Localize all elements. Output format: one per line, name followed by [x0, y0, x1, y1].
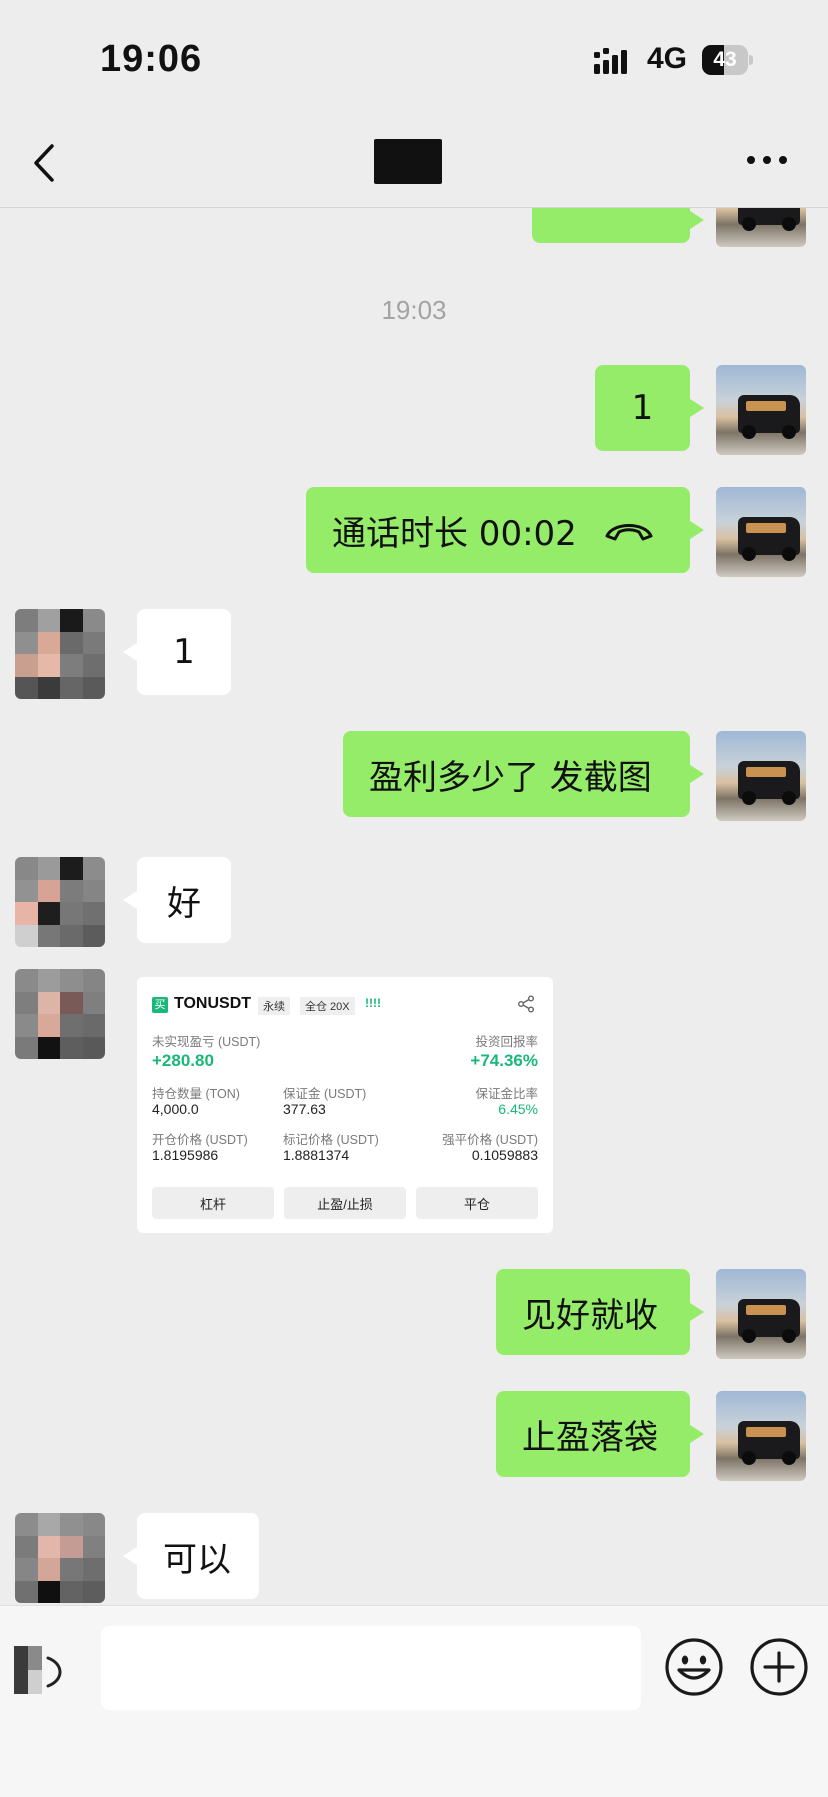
call-record-bubble[interactable]: 通话时长 00:02 — [306, 487, 704, 573]
message-bubble-received[interactable]: 1 — [123, 609, 231, 695]
trade-position-card[interactable]: 买 TONUSDT 永续 全仓 20X !!!! 未实现盈亏 (USDT) +2… — [137, 977, 553, 1233]
entry-price-value: 1.8195986 — [152, 1147, 219, 1163]
entry-price-label: 开仓价格 (USDT) — [152, 1133, 248, 1147]
plus-icon[interactable] — [748, 1636, 810, 1698]
my-avatar[interactable] — [716, 731, 806, 821]
my-avatar[interactable] — [716, 1391, 806, 1481]
liq-price-label: 强平价格 (USDT) — [442, 1133, 538, 1147]
margin-ratio-value: 6.45% — [498, 1101, 538, 1117]
voice-icon[interactable] — [14, 1646, 74, 1696]
symbol: TONUSDT — [174, 995, 252, 1012]
message-bubble-sent[interactable]: 1 — [595, 365, 704, 451]
message-text: 1 — [173, 632, 195, 672]
message-bubble-received[interactable]: 好 — [123, 857, 231, 943]
message-text: 见好就收 — [522, 1295, 658, 1336]
message-text: 好 — [167, 883, 201, 924]
pnl-label: 未实现盈亏 (USDT) — [152, 1035, 261, 1049]
chat-area[interactable]: 19:03 1 通话时长 00:02 1 盈利多少了 发截图 好 买 TONUS… — [0, 207, 828, 1605]
more-icon[interactable] — [745, 148, 789, 172]
my-avatar[interactable] — [716, 365, 806, 455]
roi-label: 投资回报率 — [475, 1035, 538, 1049]
message-bubble-sent[interactable]: 见好就收 — [496, 1269, 704, 1355]
input-bar — [0, 1605, 828, 1797]
buy-badge: 买 — [152, 997, 168, 1013]
status-bar: 19:06 4G 43 — [0, 0, 828, 120]
margin-ratio-label: 保证金比率 — [475, 1087, 538, 1101]
message-bubble-received[interactable]: 可以 — [123, 1513, 259, 1599]
size-label: 持仓数量 (TON) — [152, 1087, 240, 1101]
message-bubble-sent[interactable]: 止盈落袋 — [496, 1391, 704, 1477]
chat-title-redacted — [374, 139, 442, 184]
signal-icon — [594, 48, 627, 74]
size-value: 4,000.0 — [152, 1101, 199, 1117]
contract-type-tag: 永续 — [258, 997, 290, 1015]
call-duration-text: 通话时长 00:02 — [332, 513, 577, 554]
nav-bar — [0, 120, 828, 208]
battery-level: 43 — [713, 48, 737, 71]
message-text: 1 — [631, 388, 654, 428]
pnl-value: +280.80 — [152, 1051, 214, 1070]
signal-indicator: !!!! — [365, 996, 381, 1010]
my-avatar[interactable] — [716, 1269, 806, 1359]
liq-price-value: 0.1059883 — [471, 1147, 538, 1163]
my-avatar[interactable] — [716, 207, 806, 247]
message-text: 可以 — [163, 1539, 231, 1580]
leverage-button[interactable]: 杠杆 — [152, 1187, 274, 1219]
contact-avatar[interactable] — [15, 609, 105, 699]
network-label: 4G — [647, 42, 688, 75]
tpsl-button[interactable]: 止盈/止损 — [284, 1187, 406, 1219]
margin-value: 377.63 — [283, 1101, 326, 1117]
timestamp: 19:03 — [381, 295, 447, 325]
back-icon[interactable] — [26, 142, 66, 184]
message-input[interactable] — [101, 1626, 641, 1710]
contact-avatar[interactable] — [15, 857, 105, 947]
mark-price-value: 1.8881374 — [283, 1147, 350, 1163]
margin-label: 保证金 (USDT) — [283, 1087, 367, 1101]
battery-icon: 43 — [702, 45, 754, 75]
message-bubble-sent[interactable]: 盈利多少了 发截图 — [343, 731, 704, 817]
close-position-button[interactable]: 平仓 — [416, 1187, 538, 1219]
contact-avatar[interactable] — [15, 969, 105, 1059]
share-icon[interactable] — [517, 995, 535, 1013]
emoji-icon[interactable] — [663, 1636, 725, 1698]
margin-mode-tag: 全仓 20X — [300, 997, 355, 1015]
message-bubble-sent[interactable] — [532, 207, 704, 243]
message-text: 止盈落袋 — [522, 1417, 658, 1458]
phone-hangup-icon — [605, 524, 653, 541]
mark-price-label: 标记价格 (USDT) — [283, 1133, 379, 1147]
roi-value: +74.36% — [470, 1051, 538, 1070]
message-text: 盈利多少了 发截图 — [369, 757, 652, 798]
status-time: 19:06 — [100, 38, 203, 80]
contact-avatar[interactable] — [15, 1513, 105, 1603]
my-avatar[interactable] — [716, 487, 806, 577]
